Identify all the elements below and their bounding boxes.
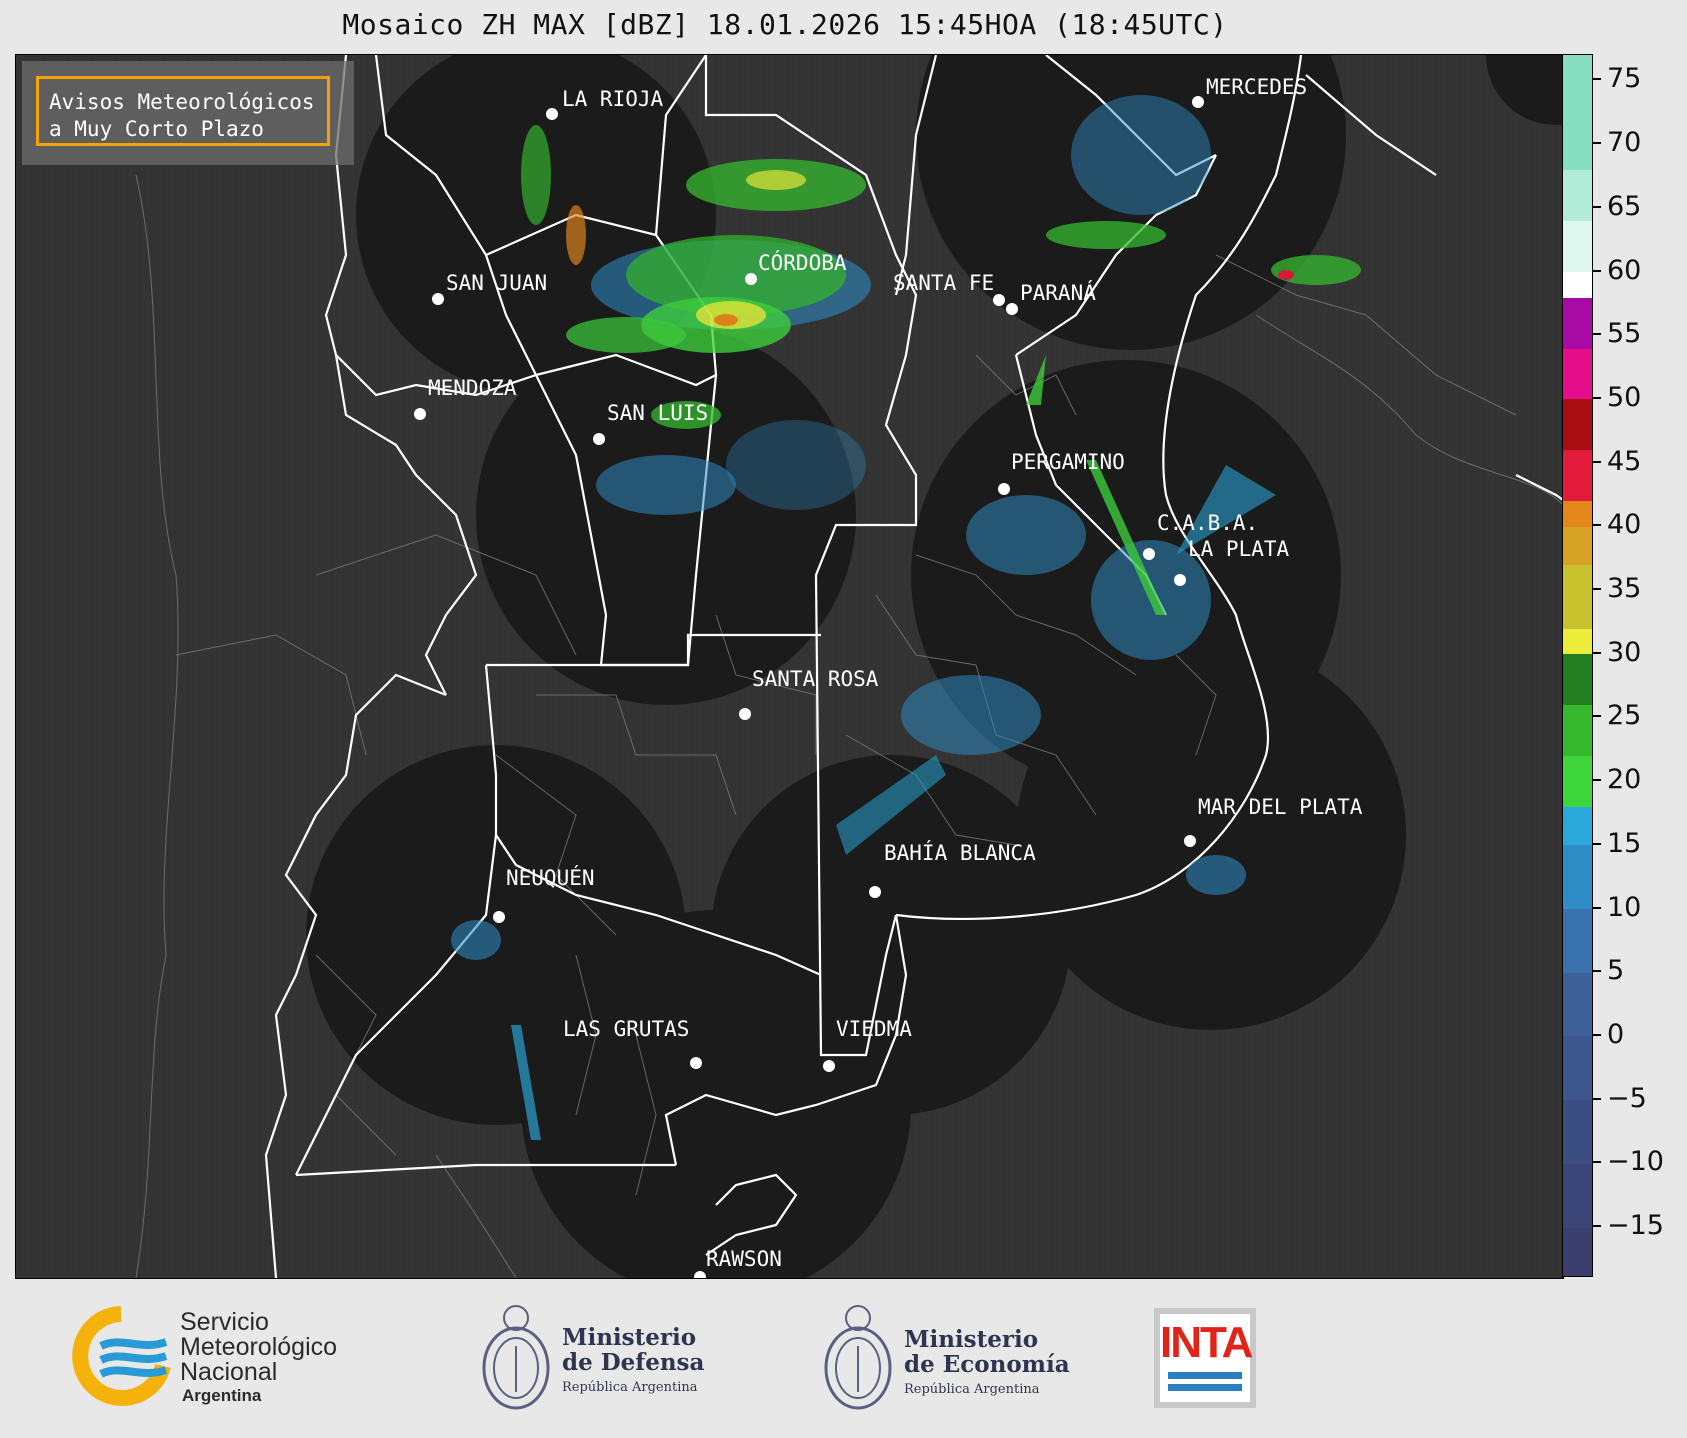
colorbar-tick-label: 40 — [1607, 509, 1642, 541]
warnings-badge[interactable]: Avisos Meteorológicos a Muy Corto Plazo — [22, 61, 354, 165]
colorbar-tick-label: 25 — [1607, 700, 1642, 732]
colorbar-tick-label: 0 — [1607, 1018, 1625, 1050]
city-label-parana: PARANÁ — [1020, 281, 1096, 305]
city-label-las-grutas: LAS GRUTAS — [563, 1017, 690, 1041]
colorbar-segment — [1563, 628, 1592, 655]
defensa-line-3: República Argentina — [562, 1380, 698, 1395]
colorbar-tick-label: 65 — [1607, 190, 1642, 222]
economia-line-2: de Economía — [904, 1351, 1070, 1378]
colorbar-tick-label: 55 — [1607, 318, 1642, 350]
dbz-colorbar — [1562, 54, 1593, 1277]
colorbar-tick-label: 15 — [1607, 827, 1642, 859]
colorbar-tick-label: 10 — [1607, 891, 1642, 923]
colorbar-segment — [1563, 500, 1592, 527]
colorbar-segment — [1563, 1035, 1592, 1101]
colorbar-tick-label: −15 — [1607, 1210, 1664, 1242]
colorbar-segment — [1563, 1099, 1592, 1164]
footer-logos: Servicio Meteorológico Nacional Argentin… — [0, 1282, 1687, 1438]
city-label-mercedes: MERCEDES — [1206, 75, 1308, 99]
defensa-line-1: Ministerio — [562, 1324, 697, 1351]
colorbar-tick-label: 35 — [1607, 573, 1642, 605]
warnings-badge-frame: Avisos Meteorológicos a Muy Corto Plazo — [36, 76, 330, 146]
city-label-san-luis: SAN LUIS — [607, 401, 709, 425]
national-seal-icon — [482, 1305, 550, 1410]
colorbar-segment — [1563, 169, 1592, 222]
city-label-la-plata: LA PLATA — [1188, 537, 1290, 561]
colorbar-segment — [1563, 1227, 1592, 1276]
economia-line-3: República Argentina — [904, 1382, 1040, 1397]
colorbar-segment — [1563, 972, 1592, 1037]
colorbar-segment — [1563, 220, 1592, 273]
colorbar-segment — [1563, 704, 1592, 757]
colorbar-tick-label: 20 — [1607, 764, 1642, 796]
inta-logo: INTA — [1154, 1308, 1256, 1408]
city-label-la-rioja: LA RIOJA — [562, 87, 664, 111]
city-label-viedma: VIEDMA — [836, 1017, 912, 1041]
colorbar-segment — [1563, 398, 1592, 451]
city-label-san-juan: SAN JUAN — [446, 271, 548, 295]
inta-text: INTA — [1160, 1318, 1253, 1367]
national-seal-icon — [824, 1305, 892, 1410]
colorbar-segment — [1563, 297, 1592, 349]
colorbar-tick-label: 60 — [1607, 254, 1642, 286]
colorbar-tick-label: 5 — [1607, 955, 1625, 987]
colorbar-segment — [1563, 844, 1592, 910]
city-label-rawson: RAWSON — [706, 1247, 782, 1271]
colorbar-tick-label: −5 — [1607, 1082, 1647, 1114]
defensa-line-2: de Defensa — [562, 1349, 705, 1376]
colorbar-segment — [1563, 564, 1592, 629]
city-label-cordoba: CÓRDOBA — [758, 251, 847, 275]
defensa-logo: Ministerio de Defensa República Argentin… — [478, 1296, 738, 1416]
city-label-caba: C.A.B.A. — [1157, 511, 1259, 535]
city-label-bahia-blanca: BAHÍA BLANCA — [884, 841, 1036, 865]
colorbar-tick-label: 45 — [1607, 445, 1642, 477]
radar-map[interactable]: LA RIOJA MERCEDES SAN JUAN CÓRDOBA SANTA… — [15, 54, 1564, 1279]
colorbar-tick-label: 70 — [1607, 127, 1642, 159]
smn-logo: Servicio Meteorológico Nacional Argentin… — [66, 1306, 396, 1406]
colorbar-segment — [1563, 449, 1592, 502]
economia-line-1: Ministerio — [904, 1326, 1039, 1353]
colorbar-tick-label: 30 — [1607, 636, 1642, 668]
city-label-santa-rosa: SANTA ROSA — [752, 667, 879, 691]
colorbar-tick-label: −10 — [1607, 1146, 1664, 1178]
colorbar-segment — [1563, 1163, 1592, 1228]
city-label-pergamino: PERGAMINO — [1011, 450, 1125, 474]
badge-line-1: Avisos Meteorológicos — [49, 90, 315, 114]
colorbar-segment — [1563, 526, 1592, 566]
colorbar-segment — [1563, 55, 1592, 171]
colorbar-segment — [1563, 806, 1592, 846]
smn-line-4: Argentina — [182, 1386, 262, 1405]
colorbar-segment — [1563, 755, 1592, 808]
badge-line-2: a Muy Corto Plazo — [49, 117, 264, 141]
colorbar-tick-label: 50 — [1607, 381, 1642, 413]
colorbar-tick-label: 75 — [1607, 63, 1642, 95]
smn-emblem-icon — [72, 1306, 171, 1406]
economia-logo: Ministerio de Economía República Argenti… — [820, 1296, 1080, 1416]
colorbar-segment — [1563, 271, 1592, 298]
colorbar-segment — [1563, 908, 1592, 973]
colorbar-segment — [1563, 348, 1592, 400]
smn-line-3: Nacional — [180, 1358, 278, 1386]
city-label-mendoza: MENDOZA — [428, 376, 517, 400]
city-label-santa-fe: SANTA FE — [893, 271, 995, 295]
city-label-mar-del-plata: MAR DEL PLATA — [1198, 795, 1363, 819]
colorbar-segment — [1563, 653, 1592, 706]
city-label-neuquen: NEUQUÉN — [506, 866, 595, 890]
map-title: Mosaico ZH MAX [dBZ] 18.01.2026 15:45HOA… — [342, 8, 1228, 41]
